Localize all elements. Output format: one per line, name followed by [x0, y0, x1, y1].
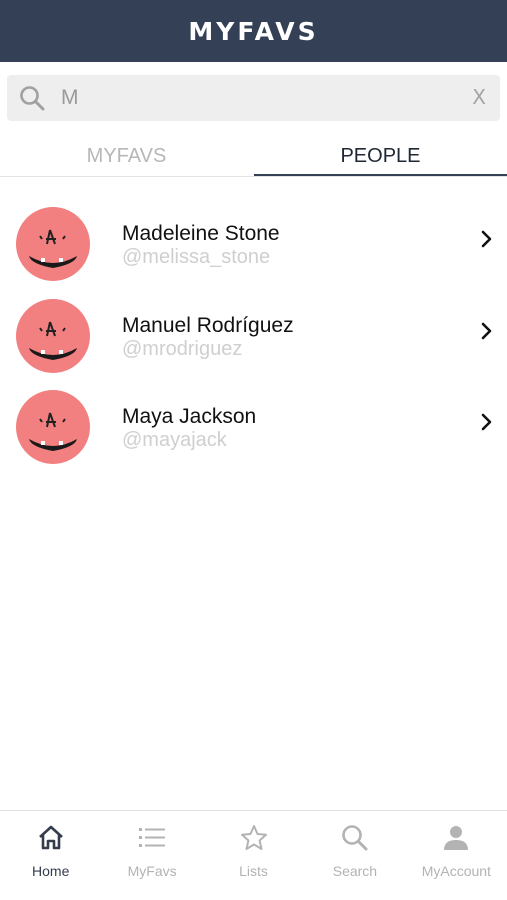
tab-people[interactable]: PEOPLE — [254, 138, 507, 176]
search-bar[interactable]: X — [7, 75, 500, 121]
chevron-right-icon — [481, 413, 492, 431]
search-input[interactable] — [61, 83, 451, 113]
chevron-right-icon — [481, 230, 492, 248]
app-title: MYFAVS — [188, 16, 319, 46]
list-icon — [139, 828, 166, 847]
person-handle: @mayajack — [122, 429, 227, 451]
nav-item-home[interactable]: Home — [0, 811, 101, 900]
star-icon — [240, 825, 267, 850]
person-handle: @mrodriguez — [122, 337, 243, 360]
avatar — [16, 207, 90, 281]
person-name: Maya Jackson — [122, 405, 257, 428]
nav-label: Search — [332, 863, 378, 879]
nav-label: Home — [32, 863, 70, 879]
search-icon — [342, 825, 368, 851]
bottom-nav: Home MyFavs Lists Search MyAccount — [0, 810, 507, 900]
tab-bar: MYFAVS PEOPLE — [0, 138, 507, 177]
tab-myfavs[interactable]: MYFAVS — [0, 138, 253, 176]
search-icon — [20, 86, 45, 111]
app-header: MYFAVS — [0, 0, 507, 62]
avatar — [16, 298, 90, 373]
person-handle: @melissa_stone — [122, 246, 271, 268]
home-icon — [38, 825, 63, 850]
nav-label: Lists — [239, 863, 268, 879]
avatar — [16, 390, 90, 464]
people-list: Madeleine Stone @melissa_stone Manuel Ro… — [0, 188, 507, 464]
person-name: Manuel Rodríguez — [122, 313, 294, 337]
user-icon — [444, 826, 469, 850]
chevron-right-icon — [481, 322, 492, 339]
clear-search-button[interactable]: X — [472, 85, 486, 109]
person-row[interactable]: Madeleine Stone @melissa_stone — [0, 188, 507, 281]
person-row[interactable]: Maya Jackson @mayajack — [0, 371, 507, 464]
person-name: Madeleine Stone — [122, 222, 280, 245]
person-row[interactable]: Manuel Rodríguez @mrodriguez — [0, 280, 507, 373]
nav-label: MyFavs — [127, 863, 177, 879]
nav-item-search[interactable]: Search — [304, 811, 405, 900]
nav-item-myaccount[interactable]: MyAccount — [406, 811, 507, 900]
nav-label: MyAccount — [421, 863, 491, 879]
nav-item-myfavs[interactable]: MyFavs — [101, 811, 202, 900]
nav-item-lists[interactable]: Lists — [203, 811, 304, 900]
